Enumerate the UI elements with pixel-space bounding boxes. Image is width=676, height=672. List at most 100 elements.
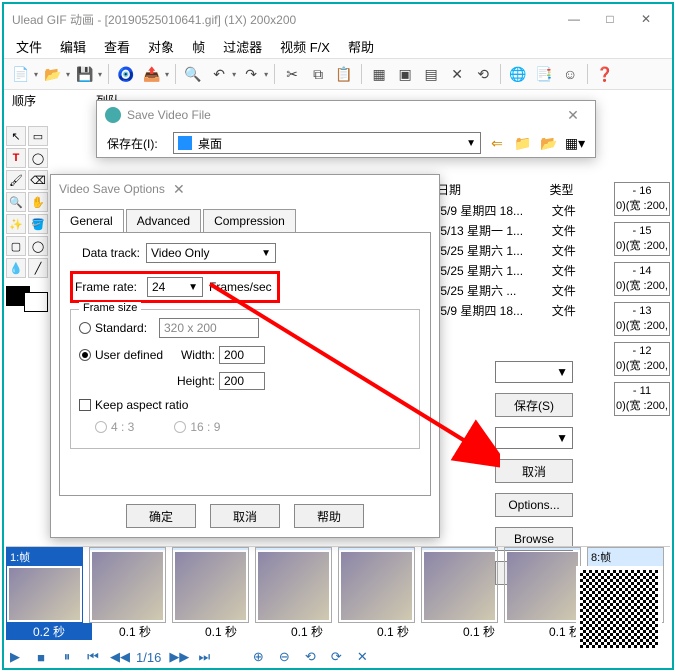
file-row[interactable]: /5/25 星期六 1...文件 xyxy=(437,240,587,260)
bucket-tool-icon[interactable]: 🪣 xyxy=(28,214,48,234)
help-button[interactable]: 帮助 xyxy=(294,504,364,528)
menu-help[interactable]: 帮助 xyxy=(342,35,380,58)
brush-tool-icon[interactable]: 🖌 xyxy=(6,170,26,190)
menu-videofx[interactable]: 视频 F/X xyxy=(274,35,336,58)
timeline-frame[interactable] xyxy=(504,547,581,623)
user-defined-radio[interactable] xyxy=(79,349,91,361)
new-icon[interactable]: 📄 xyxy=(10,63,32,85)
timeline-frame[interactable] xyxy=(255,547,332,623)
export-icon[interactable]: 📤 xyxy=(141,63,163,85)
eyedropper-tool-icon[interactable]: 💧 xyxy=(6,258,26,278)
opt4-icon[interactable]: ⟳ xyxy=(327,649,345,665)
frame-time[interactable]: 0.1 秒 xyxy=(178,623,264,640)
eraser-tool-icon[interactable]: ⌫ xyxy=(28,170,48,190)
maximize-button[interactable]: □ xyxy=(592,8,628,30)
col-header-date[interactable]: 日期 xyxy=(437,181,550,198)
wizard-icon[interactable]: 🧿 xyxy=(115,63,137,85)
filetype-combo[interactable]: ▼ xyxy=(495,427,573,449)
help-icon[interactable]: ❓ xyxy=(594,63,616,85)
menu-frame[interactable]: 帧 xyxy=(186,35,211,58)
open-icon[interactable]: 📂 xyxy=(42,63,64,85)
register-icon[interactable]: 📑 xyxy=(533,63,555,85)
back-icon[interactable]: ⇐ xyxy=(487,133,507,153)
cut-icon[interactable]: ✂ xyxy=(281,63,303,85)
frame-time[interactable]: 0.1 秒 xyxy=(436,623,522,640)
prev-icon[interactable]: ◀◀ xyxy=(110,649,128,665)
col-header-type[interactable]: 类型 xyxy=(550,181,588,198)
tab-general[interactable]: General xyxy=(59,209,124,232)
undo-icon[interactable]: ↶ xyxy=(208,63,230,85)
pause-icon[interactable]: ⏸ xyxy=(58,649,76,665)
opt1-icon[interactable]: ⊕ xyxy=(249,649,267,665)
frame-rate-select[interactable]: 24 ▼ xyxy=(147,277,203,297)
ellipse-tool-icon[interactable]: ◯ xyxy=(28,236,48,256)
width-input[interactable]: 200 xyxy=(219,346,265,364)
save-button[interactable]: 保存(S) xyxy=(495,393,573,417)
redo-icon[interactable]: ↷ xyxy=(240,63,262,85)
frame-dup-icon[interactable]: ▣ xyxy=(394,63,416,85)
file-row[interactable]: /5/13 星期一 1...文件 xyxy=(437,220,587,240)
save-dialog-close-icon[interactable]: ✕ xyxy=(559,107,587,124)
height-input[interactable]: 200 xyxy=(219,372,265,390)
file-row[interactable]: /5/25 星期六 1...文件 xyxy=(437,260,587,280)
cancel-button[interactable]: 取消 xyxy=(495,459,573,483)
object-thumb[interactable]: - 140)(宽 :200, xyxy=(614,262,670,296)
stop-icon[interactable]: ■ xyxy=(32,650,50,665)
options-dialog-close-icon[interactable]: ✕ xyxy=(165,181,193,198)
object-thumb[interactable]: - 160)(宽 :200, xyxy=(614,182,670,216)
object-thumb[interactable]: - 130)(宽 :200, xyxy=(614,302,670,336)
timeline-frame[interactable] xyxy=(421,547,498,623)
cancel-button[interactable]: 取消 xyxy=(210,504,280,528)
keep-aspect-checkbox[interactable] xyxy=(79,399,91,411)
line-tool-icon[interactable]: ╱ xyxy=(28,258,48,278)
bg-color-swatch[interactable] xyxy=(24,292,48,312)
frame-add-icon[interactable]: ▦ xyxy=(368,63,390,85)
copy-icon[interactable]: ⧉ xyxy=(307,63,329,85)
frame-time[interactable]: 0.1 秒 xyxy=(92,623,178,640)
minimize-button[interactable]: — xyxy=(556,8,592,30)
menu-object[interactable]: 对象 xyxy=(142,35,180,58)
timeline-frame[interactable] xyxy=(338,547,415,623)
globe-icon[interactable]: 🌐 xyxy=(507,63,529,85)
filename-combo[interactable]: ▼ xyxy=(495,361,573,383)
object-thumb[interactable]: - 150)(宽 :200, xyxy=(614,222,670,256)
frame-time[interactable]: 0.2 秒 xyxy=(6,623,92,640)
menu-filter[interactable]: 过滤器 xyxy=(217,35,268,58)
hand-tool-icon[interactable]: ✋ xyxy=(28,192,48,212)
standard-radio[interactable] xyxy=(79,322,91,334)
timeline-frame[interactable] xyxy=(89,547,166,623)
close-button[interactable]: ✕ xyxy=(628,8,664,30)
file-row[interactable]: /5/9 星期四 18...文件 xyxy=(437,300,587,320)
tool-a-icon[interactable]: ✕ xyxy=(446,63,468,85)
opt5-icon[interactable]: ✕ xyxy=(353,649,371,665)
preview-icon[interactable]: 🔍 xyxy=(182,63,204,85)
wand-tool-icon[interactable]: ✨ xyxy=(6,214,26,234)
rect-tool-icon[interactable]: ▢ xyxy=(6,236,26,256)
file-row[interactable]: /5/9 星期四 18...文件 xyxy=(437,200,587,220)
tool-b-icon[interactable]: ⟲ xyxy=(472,63,494,85)
frame-del-icon[interactable]: ▤ xyxy=(420,63,442,85)
ok-button[interactable]: 确定 xyxy=(126,504,196,528)
timeline-frame[interactable] xyxy=(172,547,249,623)
opt3-icon[interactable]: ⟲ xyxy=(301,649,319,665)
first-icon[interactable]: ⏮ xyxy=(84,649,102,665)
tab-advanced[interactable]: Advanced xyxy=(126,209,201,232)
save-location-combo[interactable]: 桌面 ▼ xyxy=(173,132,481,154)
paste-icon[interactable]: 📋 xyxy=(333,63,355,85)
frame-time[interactable]: 0.1 秒 xyxy=(350,623,436,640)
object-thumb[interactable]: - 120)(宽 :200, xyxy=(614,342,670,376)
next-icon[interactable]: ▶▶ xyxy=(169,649,187,665)
frame-time[interactable]: 0.1 秒 xyxy=(264,623,350,640)
up-folder-icon[interactable]: 📁 xyxy=(513,133,533,153)
menu-edit[interactable]: 编辑 xyxy=(54,35,92,58)
smile-icon[interactable]: ☺ xyxy=(559,63,581,85)
new-folder-icon[interactable]: 📂 xyxy=(539,133,559,153)
zoom-tool-icon[interactable]: 🔍 xyxy=(6,192,26,212)
timeline-frame[interactable]: 1:帧 xyxy=(6,547,83,623)
menu-view[interactable]: 查看 xyxy=(98,35,136,58)
menu-file[interactable]: 文件 xyxy=(10,35,48,58)
arrow-tool-icon[interactable]: ↖ xyxy=(6,126,26,146)
play-icon[interactable]: ▶ xyxy=(6,649,24,665)
view-menu-icon[interactable]: ▦▾ xyxy=(565,133,585,153)
last-icon[interactable]: ⏭ xyxy=(195,649,213,665)
